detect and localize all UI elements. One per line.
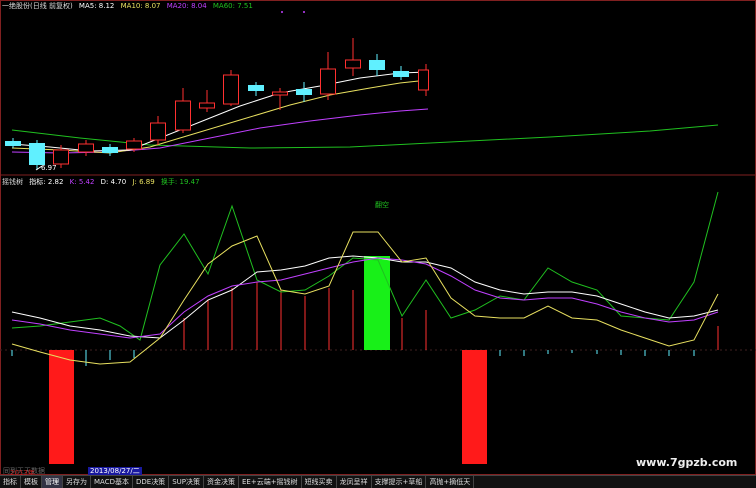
j-value: J: 6.89 (132, 178, 155, 186)
tab-6[interactable]: SUP决策 (169, 476, 204, 488)
tab-11[interactable]: 支撑提示+草船 (372, 476, 427, 488)
cursor-date[interactable]: 2013/08/27/二 (88, 467, 142, 475)
k-value: K: 5.42 (69, 178, 95, 186)
watermark: www.7gpzb.com (636, 456, 738, 469)
ma10-line (11, 79, 429, 154)
zhibiao-value: 指标: 2.82 (29, 178, 64, 186)
signal-bar-green (364, 256, 390, 350)
indicator-header: 摇钱树 指标: 2.82 K: 5.42 D: 4.70 J: 6.89 换手:… (2, 177, 204, 187)
huanshou-value: 换手: 19.47 (160, 178, 200, 186)
indicator-tab-bar: 指标 模板 管理 另存为 MACD基本 DDE决策 SUP决策 资金决策 EE+云端+摇钱树 短线… (0, 475, 756, 488)
tab-12[interactable]: 高抛+摘低天 (426, 476, 475, 488)
tab-2[interactable]: 管理 (42, 476, 63, 488)
ma5-line (11, 71, 429, 152)
tab-4[interactable]: MACD基本 (91, 476, 133, 488)
signal-bar-red-1 (49, 350, 74, 464)
signal-label: 翻空 (375, 201, 389, 209)
tab-8[interactable]: EE+云端+摇钱树 (239, 476, 302, 488)
tab-1[interactable]: 模板 (21, 476, 42, 488)
tab-10[interactable]: 龙凤呈祥 (337, 476, 372, 488)
tab-7[interactable]: 资金决策 (204, 476, 239, 488)
tab-0[interactable]: 指标 (0, 476, 21, 488)
low-price-label: 6.97 (41, 164, 57, 172)
tab-3[interactable]: 另存为 (63, 476, 91, 488)
candles (5, 38, 429, 170)
outer-frame (0, 0, 756, 475)
tab-5[interactable]: DDE决策 (133, 476, 170, 488)
ma60-line (11, 124, 719, 149)
chart-canvas (0, 0, 756, 475)
signal-bar-red-2 (462, 350, 487, 464)
d-value: D: 4.70 (100, 178, 127, 186)
indicator-name: 摇钱树 (2, 178, 23, 186)
tab-9[interactable]: 短线买卖 (302, 476, 337, 488)
